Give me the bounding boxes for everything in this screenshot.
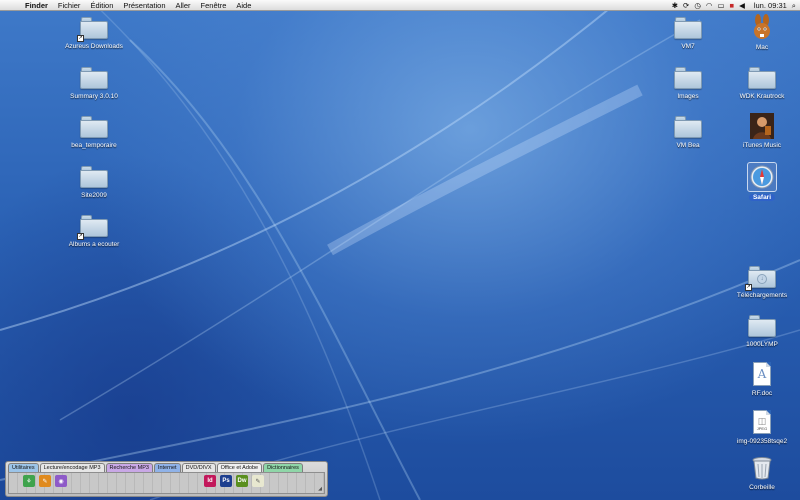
desktop-item[interactable]: WDK Krautrock — [722, 67, 800, 100]
desktop-item-label: 1000LYMP — [746, 341, 778, 348]
desktop-item-label: iTunes Music — [742, 142, 782, 149]
desktop-item-label: WDK Krautrock — [739, 93, 785, 100]
desktop-item[interactable]: A RF.doc — [722, 362, 800, 397]
rabbit-disk-icon — [748, 14, 776, 42]
desktop-item[interactable]: Corbeille — [722, 454, 800, 491]
status-area: ✱ ⟳ ◷ ◠ ▭ ■ ◀ lun. 09:31 ⌕ — [672, 0, 796, 11]
desktop-item[interactable]: VM Bea — [648, 116, 728, 149]
sync-icon[interactable]: ⟳ — [683, 0, 689, 11]
desktop-item-label: Images — [677, 93, 699, 100]
dreamweaver-icon[interactable]: Dw — [236, 475, 248, 487]
desktop-item-label: Téléchargements — [736, 292, 788, 299]
desktop-item[interactable]: iTunes Music — [722, 112, 800, 149]
tab-utilitaires[interactable]: Utilitaires — [8, 463, 39, 472]
menu-bar: Finder Fichier Édition Présentation Alle… — [0, 0, 800, 11]
folder-icon — [80, 67, 108, 89]
tab-internet[interactable]: Internet — [153, 463, 181, 472]
menu-edition[interactable]: Édition — [85, 0, 118, 11]
desktop-item[interactable]: 1000LYMP — [722, 315, 800, 348]
tab-dictionnaires[interactable]: Dictionnaires — [263, 463, 303, 472]
launcher-drawer: Utilitaires Lecture/encodage MP3 Recherc… — [5, 461, 328, 497]
desktop-item-label: Azureus Downloads — [65, 43, 123, 50]
alias-arrow-icon: ↗ — [77, 35, 84, 42]
menu-aide[interactable]: Aide — [231, 0, 256, 11]
indesign-icon[interactable]: Id — [204, 475, 216, 487]
desktop-item[interactable]: bea_temporaire — [54, 116, 134, 149]
desktop-item-label: VM7 — [681, 43, 695, 50]
resize-handle-icon[interactable]: ◢ — [318, 486, 322, 492]
folder-icon: ↗ — [77, 215, 108, 240]
desktop-item[interactable]: Summary 3.0.10 — [54, 67, 134, 100]
tab-lecture-encodage[interactable]: Lecture/encodage MP3 — [39, 463, 105, 472]
tab-dvd-divx[interactable]: DVD/DIVX — [181, 463, 216, 472]
safari-icon — [747, 162, 777, 192]
document-icon: A — [753, 362, 771, 386]
drawer-tray: ⚘ ✎ ◉ Id Ps Dw ✎ ◢ — [8, 472, 325, 494]
desktop-item-label: img-092358tsqe2 — [736, 438, 788, 445]
photoshop-icon[interactable]: Ps — [220, 475, 232, 487]
purple-app-icon[interactable]: ◉ — [55, 475, 67, 487]
menu-aller[interactable]: Aller — [171, 0, 196, 11]
desktop-item-label: bea_temporaire — [71, 142, 117, 149]
folder-icon — [674, 116, 702, 138]
folder-icon — [80, 166, 108, 188]
tab-office-adobe[interactable]: Office et Adobe — [216, 463, 263, 472]
orange-app-icon[interactable]: ✎ — [39, 475, 51, 487]
volume-icon[interactable]: ◀ — [739, 0, 745, 11]
tab-recherche-mp3[interactable]: Recherche MP3 — [105, 463, 153, 472]
desktop-item-label: Corbeille — [749, 484, 775, 491]
desktop-item-label: Summary 3.0.10 — [70, 93, 118, 100]
desktop-item-label: VM Bea — [676, 142, 700, 149]
folder-icon — [80, 116, 108, 138]
folder-icon — [674, 67, 702, 89]
drawer-tabs: Utilitaires Lecture/encodage MP3 Recherc… — [6, 462, 327, 472]
jpeg-file-icon: ◫ JPEG — [753, 410, 771, 434]
folder-icon — [674, 17, 702, 39]
clock[interactable]: lun. 09:31 — [754, 0, 787, 11]
desktop-item-label: Mac — [755, 44, 769, 51]
desktop-item-label: RF.doc — [751, 390, 773, 397]
alias-arrow-icon: ↗ — [745, 284, 752, 291]
desktop-item-label: Site2009 — [81, 192, 107, 199]
menu-fichier[interactable]: Fichier — [53, 0, 86, 11]
desktop-item[interactable]: Safari — [722, 162, 800, 201]
desktop-item-label: Albums a ecouter — [68, 241, 120, 248]
desktop-item[interactable]: ↗ Azureus Downloads — [54, 17, 134, 50]
desktop-item[interactable]: ↗ Albums a ecouter — [54, 215, 134, 248]
menu-presentation[interactable]: Présentation — [118, 0, 170, 11]
trash-icon — [748, 454, 776, 482]
folder-icon: ↗ — [77, 17, 108, 42]
desktop-item[interactable]: VM7 — [648, 17, 728, 50]
folder-icon — [748, 67, 776, 89]
desktop-item-label: Safari — [748, 194, 776, 201]
time-machine-icon[interactable]: ◷ — [694, 0, 701, 11]
flag-icon[interactable]: ■ — [730, 0, 735, 11]
album-art-icon — [748, 112, 776, 140]
green-app-icon[interactable]: ⚘ — [23, 475, 35, 487]
downloads-folder-icon: ↓ ↗ — [745, 266, 776, 291]
menu-finder[interactable]: Finder — [20, 0, 53, 11]
spotlight-icon[interactable]: ⌕ — [792, 0, 796, 11]
desktop-item[interactable]: ↓ ↗ Téléchargements — [722, 266, 800, 299]
alias-arrow-icon: ↗ — [77, 233, 84, 240]
desktop-item[interactable]: Mac — [722, 14, 800, 51]
textedit-icon[interactable]: ✎ — [252, 475, 264, 487]
desktop-item[interactable]: Site2009 — [54, 166, 134, 199]
desktop-item[interactable]: Images — [648, 67, 728, 100]
folder-icon — [748, 315, 776, 337]
desktop-item[interactable]: ◫ JPEG img-092358tsqe2 — [722, 410, 800, 445]
wifi-icon[interactable]: ◠ — [706, 0, 713, 11]
menu-fenetre[interactable]: Fenêtre — [196, 0, 232, 11]
battery-icon[interactable]: ▭ — [717, 0, 724, 11]
bluetooth-icon[interactable]: ✱ — [672, 0, 678, 11]
